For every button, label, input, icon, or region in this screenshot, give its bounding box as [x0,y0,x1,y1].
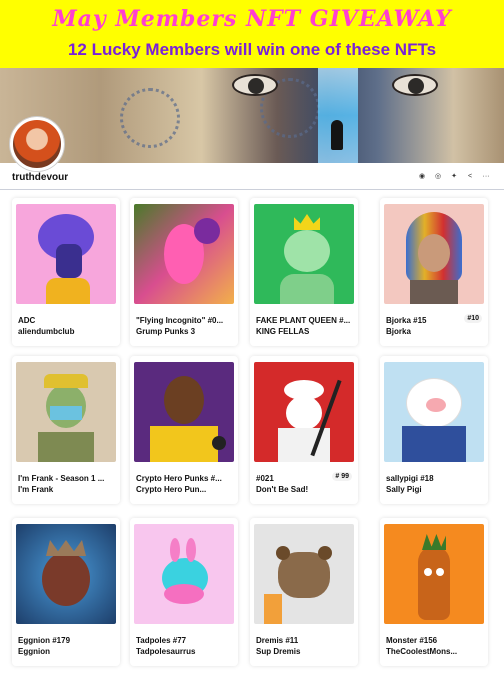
nft-name: sallypigi #18 [386,474,434,483]
nft-image [384,362,484,462]
nft-collection[interactable]: aliendumbclub [18,327,114,336]
nft-card[interactable]: I'm Frank - Season 1 ... I'm Frank [12,356,120,504]
nft-name: Crypto Hero Punks #... [136,474,222,483]
nft-card[interactable]: Dremis #11 Sup Dremis [250,518,358,666]
social-links: ◉ ◎ ✦ < ··· [418,173,490,181]
nft-image [384,204,484,304]
nft-card[interactable]: Eggnion #179 Eggnion [12,518,120,666]
nft-card[interactable]: "Flying Incognito" #0... Grump Punks 3 [130,198,238,346]
nft-card[interactable]: FAKE PLANT QUEEN #... KING FELLAS [250,198,358,346]
cover-ornament [120,88,180,148]
nft-name: I'm Frank - Season 1 ... [18,474,105,483]
nft-image [134,204,234,304]
nft-collection[interactable]: I'm Frank [18,485,114,494]
nft-card[interactable]: #021 # 99 Don't Be Sad! [250,356,358,504]
nft-image [16,524,116,624]
nft-image [254,204,354,304]
profile-bar: truthdevour ◉ ◎ ✦ < ··· [0,172,504,188]
nft-image [384,524,484,624]
nft-collection[interactable]: TheCoolestMons... [386,647,482,656]
nft-collection[interactable]: KING FELLAS [256,327,352,336]
globe-icon[interactable]: ◉ [418,173,426,181]
nft-name: "Flying Incognito" #0... [136,316,224,325]
nft-card[interactable]: Tadpoles #77 Tadpolesaurrus [130,518,238,666]
nft-grid: ADC aliendumbclub "Flying Incognito" #0.… [0,192,504,680]
nft-image [254,524,354,624]
nft-collection[interactable]: Tadpolesaurrus [136,647,232,656]
nft-image [134,524,234,624]
nft-collection[interactable]: Sally Pigi [386,485,482,494]
nft-name: ADC [18,316,36,325]
nft-collection[interactable]: Grump Punks 3 [136,327,232,336]
banner-title: May Members NFT GIVEAWAY [52,6,452,32]
giveaway-banner: May Members NFT GIVEAWAY 12 Lucky Member… [0,0,504,68]
nft-name: Tadpoles #77 [136,636,187,645]
nft-image [134,362,234,462]
more-icon[interactable]: ··· [482,173,490,181]
instagram-icon[interactable]: ◎ [434,173,442,181]
nft-name: Monster #156 [386,636,438,645]
nft-card[interactable]: Crypto Hero Punks #... Crypto Hero Pun..… [130,356,238,504]
nft-card[interactable]: sallypigi #18 Sally Pigi [380,356,488,504]
nft-image [254,362,354,462]
profile-cover-image [0,68,504,163]
nft-name: Dremis #11 [256,636,299,645]
twitter-icon[interactable]: ✦ [450,173,458,181]
nft-image [16,362,116,462]
cover-silhouette [331,120,343,150]
rank-badge: # 99 [332,472,352,481]
cover-eye-left [232,74,278,96]
nft-collection[interactable]: Eggnion [18,647,114,656]
nft-collection[interactable]: Bjorka [386,327,482,336]
banner-subtitle: 12 Lucky Members will win one of these N… [67,40,437,59]
nft-image [16,204,116,304]
share-icon[interactable]: < [466,173,474,181]
nft-card[interactable]: Monster #156 TheCoolestMons... [380,518,488,666]
username[interactable]: truthdevour [12,172,68,183]
profile-divider [0,189,504,190]
nft-name: Eggnion #179 [18,636,71,645]
nft-card[interactable]: ADC aliendumbclub [12,198,120,346]
nft-collection[interactable]: Don't Be Sad! [256,485,352,494]
rank-badge: #10 [464,314,482,323]
avatar[interactable] [10,117,64,171]
nft-collection[interactable]: Crypto Hero Pun... [136,485,232,494]
nft-card[interactable]: Bjorka #15 #10 Bjorka [380,198,488,346]
nft-name: FAKE PLANT QUEEN #... [256,316,351,325]
cover-eye-right [392,74,438,96]
nft-collection[interactable]: Sup Dremis [256,647,352,656]
